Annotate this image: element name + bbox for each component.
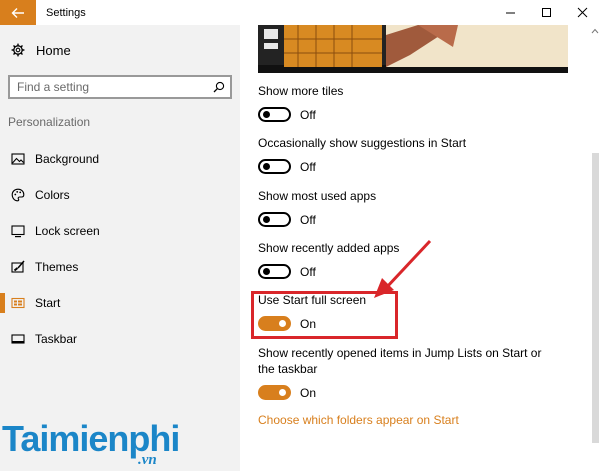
setting-label: Show recently opened items in Jump Lists… bbox=[258, 346, 542, 376]
setting-jump-lists: Show recently opened items in Jump Lists… bbox=[258, 345, 558, 400]
sidebar-item-label: Lock screen bbox=[35, 224, 100, 238]
window-title: Settings bbox=[46, 6, 86, 19]
start-icon bbox=[0, 296, 35, 310]
toggle-state: Off bbox=[300, 159, 316, 174]
choose-folders-link[interactable]: Choose which folders appear on Start bbox=[258, 413, 459, 427]
scroll-thumb[interactable] bbox=[592, 153, 599, 443]
toggle-knob bbox=[279, 389, 286, 396]
watermark-logo: Taimienphi .vn bbox=[0, 418, 200, 471]
sidebar-item-taskbar[interactable]: Taskbar bbox=[0, 321, 240, 357]
toggle-switch[interactable] bbox=[258, 159, 291, 174]
toggle-switch[interactable] bbox=[258, 107, 291, 122]
annotation-arrow-icon bbox=[374, 239, 432, 298]
sidebar-item-background[interactable]: Background bbox=[0, 141, 240, 177]
monitor-icon bbox=[0, 224, 35, 238]
brush-icon bbox=[0, 260, 35, 274]
minimize-icon bbox=[505, 12, 515, 14]
close-button[interactable] bbox=[564, 0, 600, 25]
toggle-switch[interactable] bbox=[258, 212, 291, 227]
minimize-button[interactable] bbox=[492, 0, 528, 25]
title-bar: Settings bbox=[0, 0, 600, 25]
sidebar-item-colors[interactable]: Colors bbox=[0, 177, 240, 213]
maximize-icon bbox=[541, 8, 551, 17]
sidebar: Home Personalization Background Colors L… bbox=[0, 25, 240, 471]
toggle-state: On bbox=[300, 385, 317, 400]
home-label: Home bbox=[36, 42, 71, 58]
search-input[interactable] bbox=[10, 80, 208, 94]
back-arrow-icon bbox=[11, 7, 24, 18]
sidebar-item-label: Background bbox=[35, 152, 100, 166]
toggle-row: Off bbox=[258, 107, 558, 122]
toggle-state: Off bbox=[300, 212, 316, 227]
toggle-knob bbox=[263, 268, 270, 275]
sidebar-item-label: Themes bbox=[35, 260, 79, 274]
gear-icon bbox=[0, 43, 36, 57]
toggle-state: Off bbox=[300, 264, 316, 279]
close-icon bbox=[577, 7, 587, 18]
toggle-knob bbox=[263, 111, 270, 118]
nav-list: Background Colors Lock screen Themes Sta… bbox=[0, 141, 240, 357]
sidebar-item-label: Colors bbox=[35, 188, 70, 202]
start-preview-image bbox=[258, 25, 568, 73]
toggle-row: Off bbox=[258, 212, 558, 227]
palette-icon bbox=[0, 188, 35, 202]
sidebar-item-label: Taskbar bbox=[35, 332, 78, 346]
taskbar-icon bbox=[0, 332, 35, 346]
toggle-state: Off bbox=[300, 107, 316, 122]
window-controls bbox=[492, 0, 600, 25]
search-box bbox=[8, 75, 232, 99]
sidebar-item-start[interactable]: Start bbox=[0, 285, 240, 321]
setting-show-more-tiles: Show more tiles Off bbox=[258, 83, 558, 122]
setting-label: Show more tiles bbox=[258, 84, 344, 98]
sidebar-item-label: Start bbox=[35, 296, 61, 310]
toggle-switch[interactable] bbox=[258, 264, 291, 279]
watermark-suffix: .vn bbox=[138, 452, 157, 468]
setting-suggestions: Occasionally show suggestions in Start O… bbox=[258, 135, 558, 174]
setting-label: Show most used apps bbox=[258, 189, 377, 203]
toggle-knob bbox=[263, 216, 270, 223]
setting-most-used-apps: Show most used apps Off bbox=[258, 188, 558, 227]
search-icon[interactable] bbox=[208, 81, 230, 93]
toggle-knob bbox=[263, 163, 270, 170]
maximize-button[interactable] bbox=[528, 0, 564, 25]
sidebar-item-themes[interactable]: Themes bbox=[0, 249, 240, 285]
picture-icon bbox=[0, 152, 35, 166]
home-nav[interactable]: Home bbox=[0, 33, 240, 67]
scrollbar[interactable] bbox=[590, 25, 600, 471]
scroll-up-icon[interactable] bbox=[591, 27, 599, 35]
section-heading: Personalization bbox=[8, 115, 91, 129]
sidebar-item-lock-screen[interactable]: Lock screen bbox=[0, 213, 240, 249]
back-button[interactable] bbox=[0, 0, 36, 25]
setting-label: Occasionally show suggestions in Start bbox=[258, 136, 467, 150]
toggle-switch[interactable] bbox=[258, 385, 291, 400]
toggle-row: On bbox=[258, 385, 558, 400]
toggle-row: Off bbox=[258, 159, 558, 174]
